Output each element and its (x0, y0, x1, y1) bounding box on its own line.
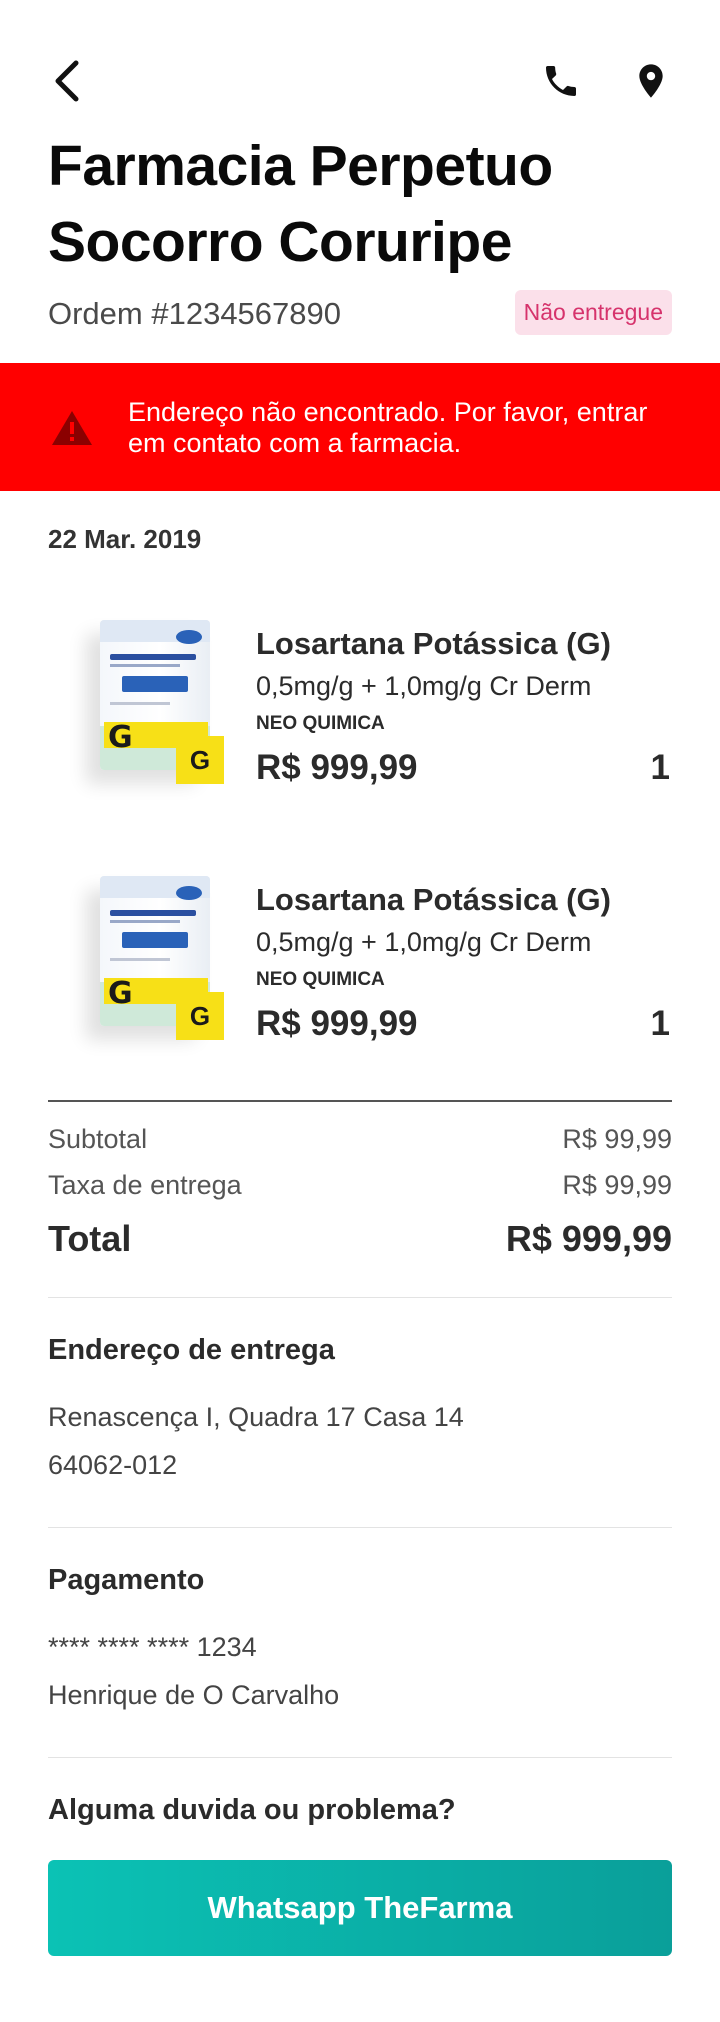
product-quantity: 1 (650, 748, 670, 787)
alert-banner: Endereço não encontrado. Por favor, entr… (0, 363, 720, 491)
total-label: Total (48, 1218, 132, 1259)
product-dose: 0,5mg/g + 1,0mg/g Cr Derm (256, 671, 592, 701)
product-image: G G (48, 606, 228, 786)
list-item[interactable]: G G Losartana Potássica (G) 0,5mg/g + 1,… (48, 606, 672, 806)
location-pin-icon (639, 64, 663, 98)
chevron-left-icon (55, 60, 79, 102)
alert-message: Endereço não encontrado. Por favor, entr… (128, 397, 648, 458)
help-title: Alguma duvida ou problema? (48, 1794, 456, 1826)
generic-badge: G (176, 736, 224, 784)
delivery-fee-row: Taxa de entrega R$ 99,99 (48, 1170, 672, 1206)
warning-icon (52, 411, 92, 445)
list-item[interactable]: G G Losartana Potássica (G) 0,5mg/g + 1,… (48, 862, 672, 1062)
address-postal-code: 64062-012 (48, 1450, 178, 1480)
delivery-address-title: Endereço de entrega (48, 1334, 335, 1366)
divider (48, 1297, 672, 1298)
order-row: Ordem #1234567890 Não entregue (48, 290, 672, 336)
divider (48, 1100, 672, 1102)
total-value: R$ 999,99 (505, 1218, 672, 1259)
top-bar (48, 56, 672, 106)
subtotal-row: Subtotal R$ 99,99 (48, 1124, 672, 1160)
product-maker: NEO QUIMICA (256, 713, 385, 734)
status-badge: Não entregue (514, 290, 672, 335)
product-price: R$ 999,99 (256, 1004, 418, 1043)
product-name: Losartana Potássica (G) (256, 626, 611, 661)
location-button[interactable] (626, 56, 676, 106)
back-button[interactable] (42, 56, 92, 106)
delivery-fee-label: Taxa de entrega (48, 1170, 242, 1200)
product-image: G G (48, 862, 228, 1042)
divider (48, 1757, 672, 1758)
order-date: 22 Mar. 2019 (48, 524, 202, 554)
product-maker: NEO QUIMICA (256, 969, 385, 990)
product-price: R$ 999,99 (256, 748, 418, 787)
subtotal-label: Subtotal (48, 1124, 148, 1154)
subtotal-value: R$ 99,99 (562, 1124, 672, 1154)
pharmacy-title: Farmacia Perpetuo Socorro Coruripe (48, 134, 553, 274)
delivery-fee-value: R$ 99,99 (562, 1170, 672, 1200)
whatsapp-button[interactable]: Whatsapp TheFarma (48, 1860, 672, 1956)
divider (48, 1527, 672, 1528)
address-line-1: Renascença I, Quadra 17 Casa 14 (48, 1402, 464, 1432)
phone-icon (546, 66, 576, 96)
card-number: **** **** **** 1234 (48, 1632, 257, 1662)
product-quantity: 1 (650, 1004, 670, 1043)
generic-badge: G (176, 992, 224, 1040)
order-number: Ordem #1234567890 (48, 296, 342, 331)
call-button[interactable] (536, 56, 586, 106)
product-name: Losartana Potássica (G) (256, 882, 611, 917)
product-dose: 0,5mg/g + 1,0mg/g Cr Derm (256, 927, 592, 957)
card-holder: Henrique de O Carvalho (48, 1680, 340, 1710)
total-row: Total R$ 999,99 (48, 1218, 672, 1264)
payment-title: Pagamento (48, 1564, 205, 1596)
